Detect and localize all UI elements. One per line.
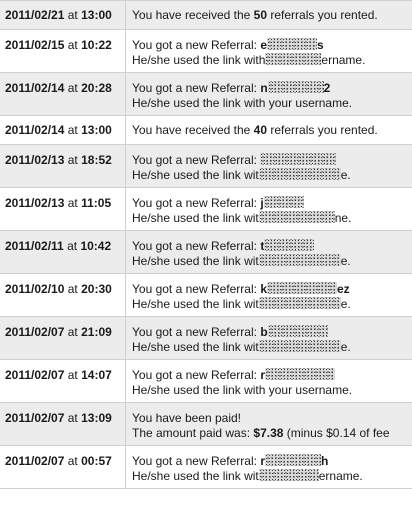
redacted-text: [263, 196, 304, 208]
redacted-text: [267, 282, 337, 294]
log-timestamp: 2011/02/07 at 00:57: [0, 446, 126, 488]
log-message: You have been paid! The amount paid was:…: [126, 403, 412, 445]
redacted-text: [264, 368, 335, 380]
payment-title: You have been paid!: [132, 411, 241, 425]
log-row: 2011/02/07 at 21:09 You got a new Referr…: [0, 317, 412, 360]
log-row: 2011/02/14 at 20:28 You got a new Referr…: [0, 73, 412, 116]
log-message: You have received the 50 referrals you r…: [132, 8, 378, 22]
log-message: You got a new Referral: n2 He/she used t…: [132, 81, 353, 110]
log-time: 21:09: [81, 325, 112, 339]
redacted-text: [258, 340, 341, 352]
referral-name: b: [260, 325, 328, 339]
log-timestamp: 2011/02/10 at 20:30: [0, 274, 126, 316]
redacted-text: [267, 325, 328, 337]
log-row: 2011/02/10 at 20:30 You got a new Referr…: [0, 274, 412, 317]
log-row: 2011/02/07 at 13:09 You have been paid! …: [0, 403, 412, 446]
log-row: 2011/02/21 at 13:00 You have received th…: [0, 1, 412, 30]
log-date: 2011/02/14: [5, 123, 65, 137]
log-message: You got a new Referral: t He/she used th…: [132, 239, 351, 268]
referral-name: es: [260, 38, 324, 52]
log-timestamp: 2011/02/15 at 10:22: [0, 30, 126, 72]
redacted-text: [258, 168, 341, 180]
log-message: You got a new Referral: b He/she used th…: [132, 325, 351, 354]
log-date: 2011/02/21: [5, 8, 65, 22]
log-row: 2011/02/11 at 10:42 You got a new Referr…: [0, 231, 412, 274]
log-message: You got a new Referral: k ez He/she used …: [132, 282, 351, 311]
log-timestamp: 2011/02/14 at 20:28: [0, 73, 126, 115]
log-time: 18:52: [81, 153, 112, 167]
log-date: 2011/02/13: [5, 153, 65, 167]
log-timestamp: 2011/02/14 at 13:00: [0, 116, 126, 144]
redacted-text: [258, 254, 341, 266]
referral-name: [260, 153, 337, 167]
log-timestamp: 2011/02/07 at 14:07: [0, 360, 126, 402]
log-time: 20:28: [81, 81, 112, 95]
log-message: You have received the 40 referrals you r…: [132, 123, 378, 137]
log-row: 2011/02/13 at 18:52 You got a new Referr…: [0, 145, 412, 188]
log-date: 2011/02/10: [5, 282, 65, 296]
payment-amount: $7.38: [253, 426, 284, 440]
log-time: 10:22: [81, 38, 112, 52]
log-date: 2011/02/07: [5, 454, 65, 468]
log-date: 2011/02/07: [5, 411, 65, 425]
redacted-text: [267, 38, 317, 50]
log-time: 13:09: [81, 411, 112, 425]
log-date: 2011/02/07: [5, 325, 65, 339]
referral-name: n2: [260, 81, 331, 95]
log-timestamp: 2011/02/07 at 21:09: [0, 317, 126, 359]
log-timestamp: 2011/02/13 at 11:05: [0, 188, 126, 230]
log-date: 2011/02/11: [5, 239, 64, 253]
log-message: You got a new Referral: r He/she used th…: [132, 368, 353, 397]
redacted-text: [258, 469, 319, 481]
log-row: 2011/02/15 at 10:22 You got a new Referr…: [0, 30, 412, 73]
log-message: You got a new Referral: rh He/she used t…: [132, 454, 363, 483]
log-time: 20:30: [81, 282, 112, 296]
referral-name: j: [260, 196, 304, 210]
log-date: 2011/02/14: [5, 81, 65, 95]
referral-count: 40: [253, 123, 268, 137]
referral-activity-log: 2011/02/21 at 13:00 You have received th…: [0, 0, 412, 489]
log-timestamp: 2011/02/21 at 13:00: [0, 1, 126, 29]
referral-name: t: [260, 239, 315, 253]
log-time: 14:07: [81, 368, 112, 382]
log-time: 13:00: [81, 123, 112, 137]
log-timestamp: 2011/02/11 at 10:42: [0, 231, 126, 273]
redacted-text: [264, 454, 321, 466]
log-message: You got a new Referral: j He/she used th…: [132, 196, 352, 225]
referral-name: r: [260, 368, 335, 382]
redacted-text: [265, 53, 322, 65]
redacted-text: [260, 153, 337, 165]
log-time: 00:57: [81, 454, 112, 468]
log-message: You got a new Referral: He/she used the …: [132, 153, 351, 182]
referral-count: 50: [253, 8, 268, 22]
log-row: 2011/02/14 at 13:00 You have received th…: [0, 116, 412, 145]
log-row: 2011/02/07 at 00:57 You got a new Referr…: [0, 446, 412, 489]
log-time: 13:00: [81, 8, 112, 22]
log-timestamp: 2011/02/13 at 18:52: [0, 145, 126, 187]
log-date: 2011/02/07: [5, 368, 65, 382]
log-message: You got a new Referral: es He/she used t…: [132, 38, 366, 67]
log-timestamp: 2011/02/07 at 13:09: [0, 403, 126, 445]
log-date: 2011/02/13: [5, 196, 65, 210]
log-row: 2011/02/07 at 14:07 You got a new Referr…: [0, 360, 412, 403]
redacted-text: [258, 211, 335, 223]
log-time: 11:05: [81, 196, 112, 210]
referral-name: k ez: [260, 282, 350, 296]
log-row: 2011/02/13 at 11:05 You got a new Referr…: [0, 188, 412, 231]
log-date: 2011/02/15: [5, 38, 65, 52]
log-time: 10:42: [80, 239, 112, 253]
redacted-text: [264, 239, 315, 251]
referral-name: rh: [260, 454, 329, 468]
redacted-text: [267, 81, 324, 93]
redacted-text: [258, 297, 341, 309]
